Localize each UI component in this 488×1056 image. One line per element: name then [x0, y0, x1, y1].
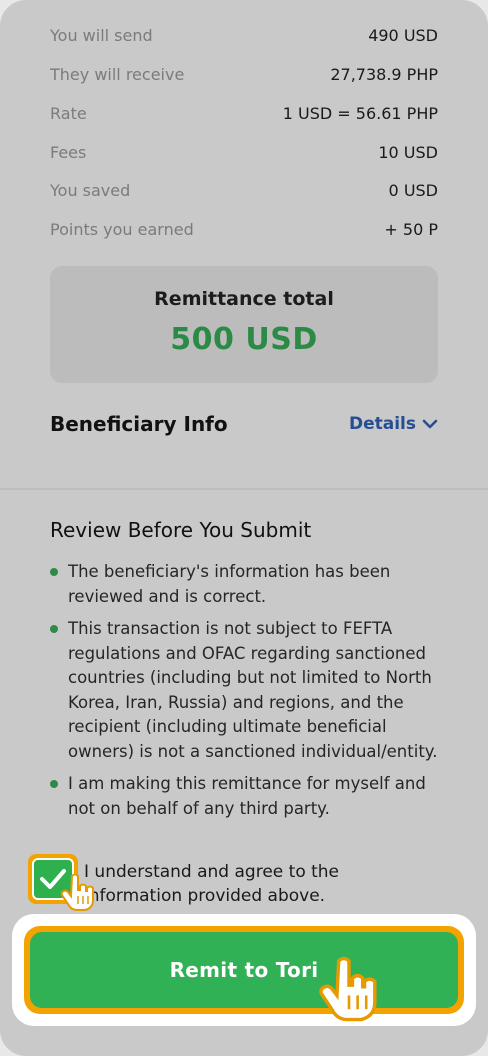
summary-value: 1 USD = 56.61 PHP [282, 103, 438, 123]
summary-label: They will receive [50, 64, 185, 84]
summary-value: 27,738.9 PHP [330, 64, 438, 84]
submit-button-highlight: Remit to Tori [24, 926, 464, 1014]
remittance-total-label: Remittance total [154, 288, 334, 310]
summary-label: Points you earned [50, 219, 194, 239]
summary-row-points: Points you earned + 50 P [50, 214, 438, 244]
summary-row-fees: Fees 10 USD [50, 137, 438, 167]
summary-label: Rate [50, 103, 87, 123]
beneficiary-info-header: Beneficiary Info Details [50, 404, 438, 444]
summary-row-rate: Rate 1 USD = 56.61 PHP [50, 98, 438, 128]
review-bullet-list: The beneficiary's information has been r… [50, 560, 438, 829]
remittance-total-amount: 500 USD [170, 322, 318, 357]
agree-text: I understand and agree to the informatio… [84, 862, 340, 906]
summary-value: 10 USD [378, 142, 438, 162]
chevron-down-icon [422, 419, 438, 429]
summary-row-saved: You saved 0 USD [50, 175, 438, 205]
summary-label: You will send [50, 25, 153, 45]
summary-value: 490 USD [368, 25, 438, 45]
summary-label: You saved [50, 180, 131, 200]
bullet-dot-icon [50, 780, 58, 788]
details-toggle[interactable]: Details [349, 414, 438, 434]
review-bullet: I am making this remittance for myself a… [50, 772, 438, 821]
summary-value: 0 USD [388, 180, 438, 200]
summary-value: + 50 P [384, 219, 438, 239]
remittance-total-card: Remittance total 500 USD [50, 266, 438, 383]
review-bullet: This transaction is not subject to FEFTA… [50, 617, 438, 764]
review-bullet: The beneficiary's information has been r… [50, 560, 438, 609]
pointer-hand-icon [60, 873, 94, 911]
review-bullet-text: The beneficiary's information has been r… [68, 562, 391, 606]
review-title: Review Before You Submit [50, 518, 312, 542]
remittance-review-screen: You will send 490 USD They will receive … [0, 0, 488, 1056]
bullet-dot-icon [50, 568, 58, 576]
summary-row-send: You will send 490 USD [50, 20, 438, 50]
submit-button-container: Remit to Tori [12, 914, 476, 1026]
review-bullet-text: I am making this remittance for myself a… [68, 774, 426, 818]
pointer-hand-icon [319, 956, 377, 1022]
summary-label: Fees [50, 142, 87, 162]
details-label: Details [348, 414, 416, 434]
beneficiary-info-title: Beneficiary Info [50, 412, 228, 436]
bullet-dot-icon [50, 625, 58, 633]
summary-row-receive: They will receive 27,738.9 PHP [50, 59, 438, 89]
remit-button-label: Remit to Tori [169, 958, 319, 982]
remit-button[interactable]: Remit to Tori [30, 932, 458, 1008]
section-divider [0, 488, 488, 490]
review-bullet-text: This transaction is not subject to FEFTA… [68, 619, 438, 761]
